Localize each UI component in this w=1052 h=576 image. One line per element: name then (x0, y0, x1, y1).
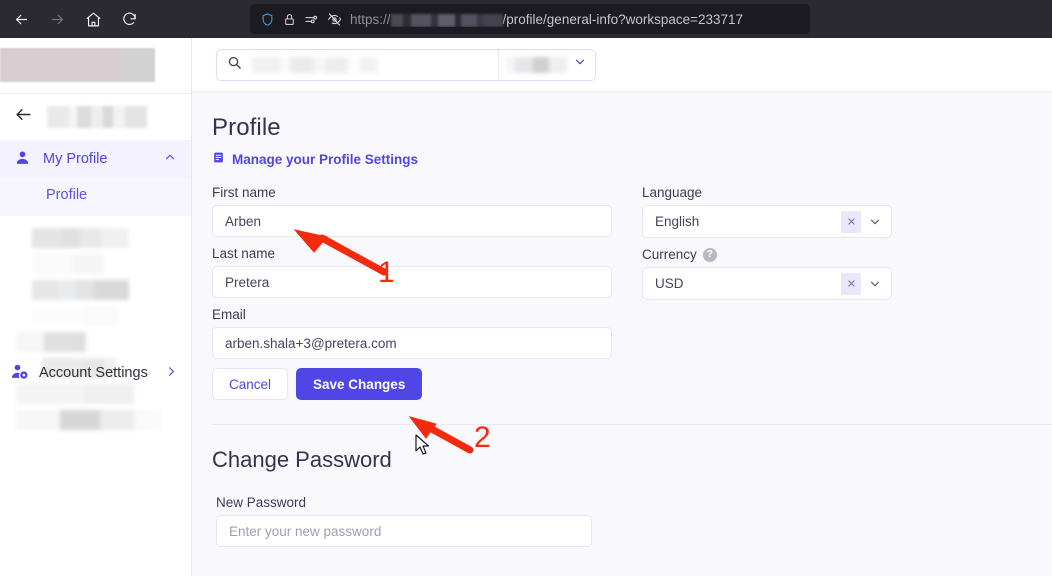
forward-button[interactable] (42, 4, 72, 34)
lock-icon[interactable] (283, 13, 296, 26)
user-gear-icon (10, 362, 29, 385)
sidebar-item-account-settings[interactable]: Account Settings (0, 353, 191, 393)
sidebar: My Profile Profile Account Settings (0, 38, 192, 576)
profile-form-right-column: Language English Currency ? USD (642, 185, 892, 400)
profile-form: First name Arben Last name Pretera Email… (192, 167, 1052, 400)
chevron-down-icon[interactable] (573, 55, 587, 74)
home-icon (85, 11, 102, 28)
search-scope-select[interactable] (499, 50, 595, 80)
sidebar-redacted-item[interactable] (32, 228, 129, 248)
main-area: Profile Manage your Profile Settings Fir… (192, 38, 1052, 576)
url-scheme: https:// (350, 11, 391, 27)
currency-clear-button[interactable] (841, 272, 861, 295)
chevron-right-icon[interactable] (164, 364, 179, 383)
sidebar-subitems: Profile (0, 178, 191, 216)
permissions-icon[interactable] (304, 12, 319, 27)
sidebar-redacted-item[interactable] (32, 306, 120, 326)
workspace-header[interactable] (0, 94, 191, 140)
last-name-field: Last name Pretera (212, 246, 612, 298)
email-field: Email arben.shala+3@pretera.com (212, 307, 612, 359)
first-name-label: First name (212, 185, 276, 200)
back-arrow-icon[interactable] (14, 105, 33, 129)
tracking-protection-off-icon[interactable] (327, 12, 342, 27)
sidebar-item-profile[interactable]: Profile (0, 184, 191, 206)
save-changes-button[interactable]: Save Changes (296, 368, 423, 400)
language-value: English (655, 214, 700, 229)
currency-label-row: Currency ? (642, 247, 892, 262)
language-chevron-down-icon[interactable] (863, 215, 887, 229)
sidebar-redacted-item[interactable] (32, 280, 129, 300)
email-input[interactable]: arben.shala+3@pretera.com (212, 327, 612, 359)
page-content: Profile Manage your Profile Settings Fir… (192, 92, 1052, 576)
search-icon (227, 55, 242, 75)
sidebar-item-account-settings-label: Account Settings (39, 365, 148, 381)
currency-value: USD (655, 276, 684, 291)
language-label: Language (642, 185, 703, 200)
new-password-label: New Password (216, 495, 307, 510)
manage-profile-settings-link[interactable]: Manage your Profile Settings (192, 142, 1052, 167)
sidebar-item-my-profile[interactable]: My Profile (0, 140, 191, 178)
email-label: Email (212, 307, 246, 322)
sidebar-redacted-item[interactable] (16, 332, 86, 352)
currency-chevron-down-icon[interactable] (863, 277, 887, 291)
browser-nav-buttons (0, 4, 144, 34)
home-button[interactable] (78, 4, 108, 34)
page-title: Profile (212, 114, 281, 141)
back-arrow-icon (13, 11, 30, 28)
search-input[interactable] (252, 56, 452, 73)
forward-arrow-icon (49, 11, 66, 28)
chevron-up-icon[interactable] (163, 150, 177, 168)
cancel-button[interactable]: Cancel (212, 368, 289, 400)
address-bar[interactable]: https:// /profile/general-info?workspace=… (250, 4, 810, 34)
browser-toolbar: https:// /profile/general-info?workspace=… (0, 0, 1052, 38)
search-bar[interactable] (216, 48, 596, 81)
url-domain-redacted (390, 13, 503, 27)
language-select[interactable]: English (642, 205, 892, 238)
first-name-field: First name Arben (212, 185, 612, 237)
help-icon[interactable]: ? (702, 247, 717, 262)
app-window: My Profile Profile Account Settings Prof… (0, 38, 1052, 576)
profile-form-left-column: First name Arben Last name Pretera Email… (212, 185, 612, 400)
back-button[interactable] (6, 4, 36, 34)
search-input-wrapper[interactable] (217, 50, 498, 80)
reload-icon (121, 11, 138, 28)
sidebar-redacted-item[interactable] (16, 410, 162, 430)
sidebar-redacted-item[interactable] (32, 254, 104, 274)
sidebar-item-my-profile-label: My Profile (43, 151, 108, 167)
manage-profile-settings-label: Manage your Profile Settings (232, 151, 419, 167)
annotation-number-2: 2 (474, 421, 491, 454)
currency-label: Currency (642, 247, 697, 262)
currency-select[interactable]: USD (642, 267, 892, 300)
new-password-input[interactable]: Enter your new password (216, 515, 592, 547)
language-field: Language English (642, 185, 892, 238)
change-password-title: Change Password (212, 447, 392, 472)
language-clear-button[interactable] (841, 210, 861, 233)
new-password-field: New Password Enter your new password (192, 473, 592, 547)
brand-logo-redacted[interactable] (0, 48, 155, 82)
top-bar (192, 38, 1052, 92)
address-bar-url: https:// /profile/general-info?workspace=… (350, 12, 743, 27)
mouse-cursor (415, 434, 430, 455)
workspace-name-redacted (47, 106, 147, 128)
search-scope-value (505, 56, 567, 73)
last-name-input[interactable]: Pretera (212, 266, 612, 298)
user-icon (14, 149, 31, 170)
form-actions: Cancel Save Changes (212, 368, 612, 400)
annotation-number-1: 1 (378, 256, 395, 289)
last-name-label: Last name (212, 246, 276, 261)
url-path: /profile/general-info?workspace=233717 (502, 11, 744, 27)
sidebar-redacted-items (0, 216, 191, 430)
reload-button[interactable] (114, 4, 144, 34)
book-icon (212, 151, 225, 167)
currency-field: Currency ? USD (642, 247, 892, 300)
shield-icon[interactable] (260, 12, 275, 27)
first-name-input[interactable]: Arben (212, 205, 612, 237)
